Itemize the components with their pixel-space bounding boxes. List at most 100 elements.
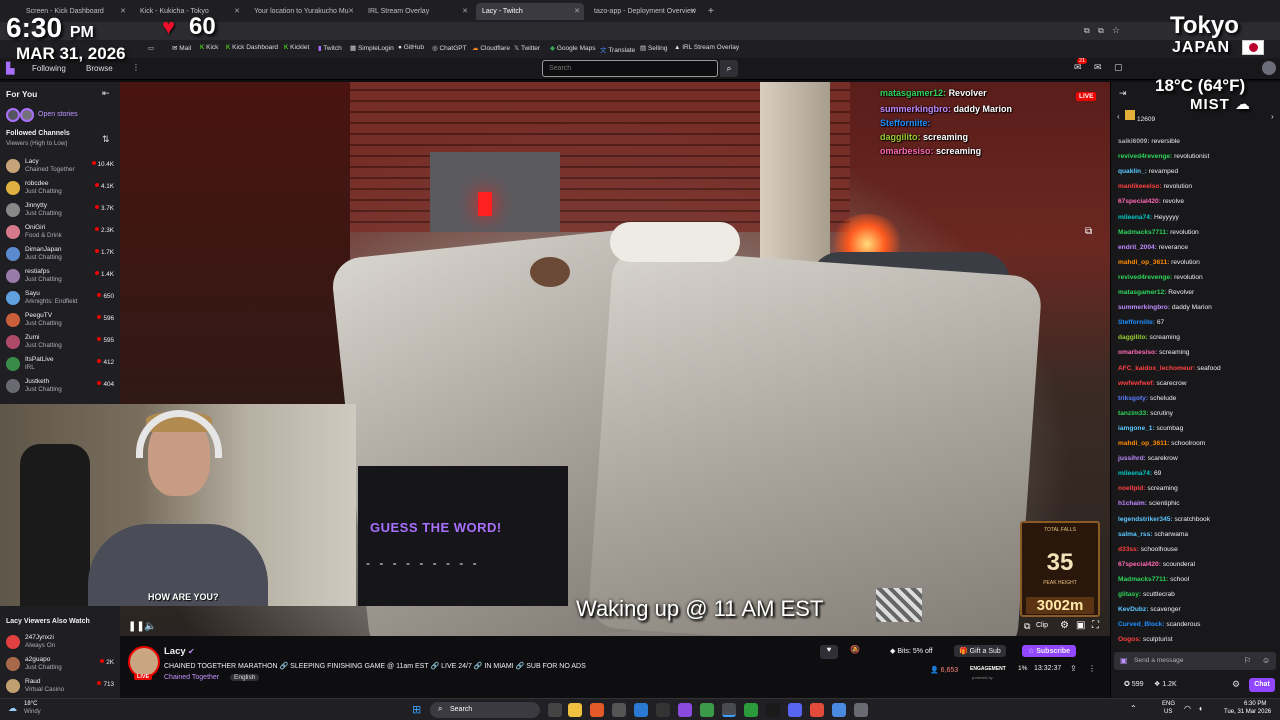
chat-send-button[interactable]: Chat	[1249, 678, 1275, 692]
bits-cheer-icon[interactable]: ⚐	[1244, 656, 1251, 665]
file-explorer-icon[interactable]	[568, 703, 582, 717]
search-input[interactable]	[542, 60, 718, 77]
sidebar-channel[interactable]: ItsPatLive IRL 412	[0, 354, 120, 376]
notifications-off-icon[interactable]: 🔕	[850, 645, 860, 654]
close-icon[interactable]: ✕	[348, 3, 354, 20]
lang-region[interactable]: US	[1164, 709, 1172, 715]
extension-icon[interactable]: ⧉	[1084, 26, 1090, 36]
chat-username[interactable]: d33ss:	[1118, 546, 1139, 553]
chat-username[interactable]: h1chaim:	[1118, 500, 1147, 507]
bits-button[interactable]: ◆ Bits: 5% off	[890, 647, 933, 655]
twitch-logo-icon[interactable]: ▙	[6, 62, 14, 75]
chat-username[interactable]: omarbesiso:	[1118, 349, 1157, 356]
browser-tab[interactable]: tazo-app - Deployment Overview ✕	[588, 3, 700, 20]
new-tab-button[interactable]: +	[702, 3, 716, 20]
chat-username[interactable]: wwfewfwef:	[1118, 380, 1155, 387]
bookmark-item[interactable]: 文 Translate	[600, 44, 635, 54]
bookmark-item[interactable]: ● GitHub	[398, 44, 424, 51]
wifi-icon[interactable]: ◠	[1184, 704, 1191, 713]
chat-username[interactable]: mahdi_op_3611:	[1118, 259, 1169, 266]
chat-username[interactable]: Oogos:	[1118, 636, 1141, 643]
task-view-icon[interactable]	[548, 703, 562, 717]
chat-input[interactable]: Send a message	[1114, 652, 1276, 670]
app-icon[interactable]	[766, 703, 780, 717]
chat-username[interactable]: endrit_2004:	[1118, 244, 1157, 251]
chat-username[interactable]: mahdi_op_3611:	[1118, 440, 1169, 447]
bookmark-item[interactable]: ☁ Cloudflare	[472, 44, 510, 52]
chat-username[interactable]: daggilito:	[1118, 334, 1148, 341]
category-link[interactable]: Chained Together	[164, 674, 219, 681]
open-stories-link[interactable]: Open stories	[38, 111, 78, 118]
browser-tab[interactable]: IRL Stream Overlay ✕	[362, 3, 472, 20]
bookmark-item[interactable]: K Kick	[200, 44, 218, 51]
chat-badge-icon[interactable]: ▣	[1120, 656, 1128, 665]
bookmark-item[interactable]: 𝕏 Twitter	[514, 44, 540, 52]
app-icon[interactable]	[722, 703, 736, 717]
sidebar-channel[interactable]: OniGiri Food & Drink 2.3K	[0, 222, 120, 244]
sidebar-channel[interactable]: Raud Virtual Casino 713	[0, 676, 120, 698]
sidebar-channel[interactable]: a2guapo Just Chatting 2K	[0, 654, 120, 676]
theatre-mode-icon[interactable]: ▣	[1076, 620, 1085, 631]
browser-tab[interactable]: Your location to Yurakucho Mu ✕	[248, 3, 358, 20]
gift-sub-button[interactable]: 🎁 Gift a Sub	[954, 645, 1006, 657]
browse-link[interactable]: Browse	[86, 64, 113, 73]
chat-username[interactable]: iamgone_1:	[1118, 425, 1155, 432]
bookmark-item[interactable]: K Kick Dashboard	[226, 44, 278, 51]
discord-icon[interactable]	[788, 703, 802, 717]
weather-icon[interactable]: ☁	[8, 703, 17, 714]
bookmark-item[interactable]: ▦ SimpleLogin	[350, 44, 394, 52]
channel-points[interactable]: ✪ 599	[1124, 680, 1144, 688]
stories-avatar[interactable]	[20, 108, 34, 122]
chat-username[interactable]: AFC_kaidox_lechomeur:	[1118, 365, 1195, 372]
taskbar-time[interactable]: 6:30 PM	[1244, 701, 1266, 707]
app-icon[interactable]	[810, 703, 824, 717]
volume-icon[interactable]: 🔈	[144, 621, 156, 632]
chat-username[interactable]: mileena74:	[1118, 214, 1152, 221]
sort-icon[interactable]: ⇅	[102, 134, 110, 145]
sidebar-channel[interactable]: Jinnytty Just Chatting 3.7K	[0, 200, 120, 222]
app-icon[interactable]	[612, 703, 626, 717]
firefox-icon[interactable]	[590, 703, 604, 717]
close-icon[interactable]: ✕	[462, 3, 468, 20]
close-icon[interactable]: ✕	[234, 3, 240, 20]
chat-username[interactable]: manlikeeelso:	[1118, 183, 1162, 190]
sidebar-channel[interactable]: PeeguTV Just Chatting 596	[0, 310, 120, 332]
following-link[interactable]: Following	[32, 64, 66, 73]
chevron-left-icon[interactable]: ‹	[1117, 112, 1120, 121]
bookmark-item[interactable]: ▲ IRL Stream Overlay	[674, 44, 739, 51]
lang-code[interactable]: ENG	[1162, 701, 1175, 707]
chat-username[interactable]: triksgoty:	[1118, 395, 1148, 402]
chat-username[interactable]: legendstriker345:	[1118, 516, 1173, 523]
close-icon[interactable]: ✕	[120, 3, 126, 20]
settings-icon[interactable]: ⚙	[1060, 620, 1069, 631]
speaker-icon[interactable]: ◖	[1198, 704, 1203, 713]
bookmark-item[interactable]: ◎ ChatGPT	[432, 44, 467, 52]
bookmark-item[interactable]: K Kicklet	[284, 44, 309, 51]
app-icon[interactable]	[832, 703, 846, 717]
chat-username[interactable]: Curved_Block:	[1118, 621, 1165, 628]
channel-bits[interactable]: ❖ 1.2K	[1154, 680, 1177, 688]
vscode-icon[interactable]	[634, 703, 648, 717]
sidebar-channel[interactable]: Sayu Arknights: Endfield 650	[0, 288, 120, 310]
chrome-icon[interactable]	[700, 703, 714, 717]
more-options-icon[interactable]: ⋮	[1088, 664, 1096, 673]
share-icon[interactable]: ⇪	[1070, 664, 1077, 673]
chat-settings-icon[interactable]: ⚙	[1232, 679, 1240, 690]
subscribe-button[interactable]: ☆ Subscribe	[1022, 645, 1077, 657]
streamer-name[interactable]: Lacy	[164, 646, 186, 657]
clip-icon[interactable]: ⧉	[1024, 621, 1030, 632]
chevron-right-icon[interactable]: ›	[1271, 112, 1274, 121]
bookmark-item[interactable]: ▤ Selling	[640, 44, 667, 52]
chat-username[interactable]: noellpld:	[1118, 485, 1145, 492]
sidebar-channel[interactable]: 247Jynxzi Always On	[0, 632, 120, 654]
chat-username[interactable]: summerkingbro:	[1118, 304, 1170, 311]
browser-tab-active[interactable]: Lacy - Twitch ✕	[476, 3, 584, 20]
chat-username[interactable]: revived4revenge:	[1118, 153, 1172, 160]
user-avatar[interactable]	[1262, 61, 1276, 75]
chat-username[interactable]: saiki6009:	[1118, 138, 1150, 145]
bookmark-item[interactable]: ✉ Mail	[172, 44, 191, 52]
chat-username[interactable]: mileena74:	[1118, 470, 1152, 477]
chat-username[interactable]: glitasy:	[1118, 591, 1141, 598]
terminal-icon[interactable]	[656, 703, 670, 717]
chat-username[interactable]: tanzim33:	[1118, 410, 1148, 417]
